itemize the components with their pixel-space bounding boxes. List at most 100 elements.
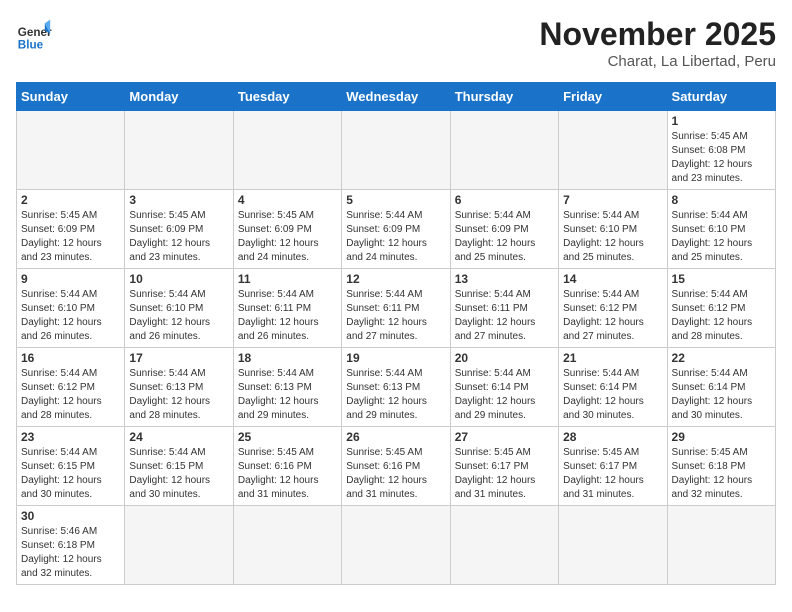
calendar-cell: 27Sunrise: 5:45 AM Sunset: 6:17 PM Dayli… [450,427,558,506]
day-number: 2 [21,193,120,207]
calendar-cell [342,111,450,190]
day-number: 17 [129,351,228,365]
calendar-cell: 10 Sunrise: 5:44 AM Sunset: 6:10 PM Dayli… [125,269,233,348]
calendar-cell: 7 Sunrise: 5:44 AM Sunset: 6:10 PM Daylig… [559,190,667,269]
calendar-cell: 19 Sunrise: 5:44 AM Sunset: 6:13 PM Dayli… [342,348,450,427]
day-number: 6 [455,193,554,207]
day-info: Sunrise: 5:45 AM Sunset: 6:16 PM Dayligh… [346,446,445,502]
day-number: 29 [672,430,771,444]
day-info: Sunrise: 5:44 AM Sunset: 6:15 PM Dayligh… [129,446,228,502]
logo-icon: General Blue [16,16,52,52]
day-number: 5 [346,193,445,207]
weekday-header-row: SundayMondayTuesdayWednesdayThursdayFrid… [17,83,776,111]
day-number: 4 [238,193,337,207]
day-info: Sunrise: 5:44 AM Sunset: 6:11 PM Dayligh… [238,288,337,344]
calendar-cell: 16 Sunrise: 5:44 AM Sunset: 6:12 PM Dayli… [17,348,125,427]
calendar-cell: 25 Sunrise: 5:45 AM Sunset: 6:16 PM Dayli… [233,427,341,506]
calendar-cell: 22Sunrise: 5:44 AM Sunset: 6:14 PM Dayli… [667,348,775,427]
calendar-cell: 28 Sunrise: 5:45 AM Sunset: 6:17 PM Dayli… [559,427,667,506]
day-info: Sunrise: 5:44 AM Sunset: 6:12 PM Dayligh… [21,367,120,423]
weekday-header-sunday: Sunday [17,83,125,111]
calendar-cell: 4Sunrise: 5:45 AM Sunset: 6:09 PM Daylig… [233,190,341,269]
day-info: Sunrise: 5:44 AM Sunset: 6:11 PM Dayligh… [346,288,445,344]
day-info: Sunrise: 5:45 AM Sunset: 6:09 PM Dayligh… [21,209,120,265]
calendar-cell [450,506,558,585]
day-number: 8 [672,193,771,207]
calendar-cell: 12 Sunrise: 5:44 AM Sunset: 6:11 PM Dayli… [342,269,450,348]
weekday-header-friday: Friday [559,83,667,111]
page-header: General Blue November 2025 Charat, La Li… [16,16,776,70]
calendar-cell: 23 Sunrise: 5:44 AM Sunset: 6:15 PM Dayli… [17,427,125,506]
day-number: 21 [563,351,662,365]
day-number: 19 [346,351,445,365]
calendar-cell [233,111,341,190]
calendar-cell: 29 Sunrise: 5:45 AM Sunset: 6:18 PM Dayli… [667,427,775,506]
day-info: Sunrise: 5:44 AM Sunset: 6:14 PM Dayligh… [563,367,662,423]
day-info: Sunrise: 5:45 AM Sunset: 6:18 PM Dayligh… [672,446,771,502]
weekday-header-saturday: Saturday [667,83,775,111]
day-info: Sunrise: 5:44 AM Sunset: 6:15 PM Dayligh… [21,446,120,502]
weekday-header-wednesday: Wednesday [342,83,450,111]
day-info: Sunrise: 5:46 AM Sunset: 6:18 PM Dayligh… [21,525,120,581]
day-info: Sunrise: 5:45 AM Sunset: 6:16 PM Dayligh… [238,446,337,502]
calendar-cell [233,506,341,585]
day-info: Sunrise: 5:44 AM Sunset: 6:13 PM Dayligh… [238,367,337,423]
day-info: Sunrise: 5:44 AM Sunset: 6:13 PM Dayligh… [346,367,445,423]
day-number: 26 [346,430,445,444]
day-info: Sunrise: 5:44 AM Sunset: 6:10 PM Dayligh… [672,209,771,265]
calendar-cell: 15Sunrise: 5:44 AM Sunset: 6:12 PM Dayli… [667,269,775,348]
calendar-cell: 5 Sunrise: 5:44 AM Sunset: 6:09 PM Daylig… [342,190,450,269]
calendar-week-row: 16 Sunrise: 5:44 AM Sunset: 6:12 PM Dayli… [17,348,776,427]
calendar-week-row: 1Sunrise: 5:45 AM Sunset: 6:08 PM Daylig… [17,111,776,190]
calendar-cell: 1Sunrise: 5:45 AM Sunset: 6:08 PM Daylig… [667,111,775,190]
calendar-table: SundayMondayTuesdayWednesdayThursdayFrid… [16,82,776,585]
calendar-cell [17,111,125,190]
day-info: Sunrise: 5:44 AM Sunset: 6:10 PM Dayligh… [129,288,228,344]
day-number: 25 [238,430,337,444]
day-number: 27 [455,430,554,444]
calendar-cell: 11Sunrise: 5:44 AM Sunset: 6:11 PM Dayli… [233,269,341,348]
location: Charat, La Libertad, Peru [539,53,776,70]
day-info: Sunrise: 5:44 AM Sunset: 6:14 PM Dayligh… [455,367,554,423]
weekday-header-thursday: Thursday [450,83,558,111]
calendar-cell [667,506,775,585]
calendar-cell: 30 Sunrise: 5:46 AM Sunset: 6:18 PM Dayli… [17,506,125,585]
calendar-cell: 17 Sunrise: 5:44 AM Sunset: 6:13 PM Dayli… [125,348,233,427]
logo: General Blue [16,16,52,52]
calendar-cell: 20 Sunrise: 5:44 AM Sunset: 6:14 PM Dayli… [450,348,558,427]
weekday-header-tuesday: Tuesday [233,83,341,111]
day-info: Sunrise: 5:44 AM Sunset: 6:12 PM Dayligh… [563,288,662,344]
calendar-cell: 21 Sunrise: 5:44 AM Sunset: 6:14 PM Dayli… [559,348,667,427]
day-info: Sunrise: 5:45 AM Sunset: 6:09 PM Dayligh… [129,209,228,265]
calendar-cell [125,111,233,190]
day-number: 7 [563,193,662,207]
calendar-cell: 8 Sunrise: 5:44 AM Sunset: 6:10 PM Daylig… [667,190,775,269]
day-number: 16 [21,351,120,365]
day-info: Sunrise: 5:44 AM Sunset: 6:09 PM Dayligh… [455,209,554,265]
calendar-cell [559,111,667,190]
day-number: 28 [563,430,662,444]
day-info: Sunrise: 5:44 AM Sunset: 6:10 PM Dayligh… [563,209,662,265]
day-number: 13 [455,272,554,286]
day-info: Sunrise: 5:44 AM Sunset: 6:09 PM Dayligh… [346,209,445,265]
svg-text:Blue: Blue [18,38,44,51]
day-number: 24 [129,430,228,444]
day-number: 10 [129,272,228,286]
weekday-header-monday: Monday [125,83,233,111]
day-info: Sunrise: 5:44 AM Sunset: 6:11 PM Dayligh… [455,288,554,344]
day-number: 20 [455,351,554,365]
day-number: 22 [672,351,771,365]
calendar-cell: 13 Sunrise: 5:44 AM Sunset: 6:11 PM Dayli… [450,269,558,348]
day-number: 30 [21,509,120,523]
calendar-cell: 3Sunrise: 5:45 AM Sunset: 6:09 PM Daylig… [125,190,233,269]
day-info: Sunrise: 5:45 AM Sunset: 6:17 PM Dayligh… [563,446,662,502]
day-info: Sunrise: 5:44 AM Sunset: 6:12 PM Dayligh… [672,288,771,344]
calendar-cell: 18Sunrise: 5:44 AM Sunset: 6:13 PM Dayli… [233,348,341,427]
day-info: Sunrise: 5:44 AM Sunset: 6:13 PM Dayligh… [129,367,228,423]
day-number: 1 [672,114,771,128]
calendar-week-row: 9Sunrise: 5:44 AM Sunset: 6:10 PM Daylig… [17,269,776,348]
day-number: 23 [21,430,120,444]
day-number: 12 [346,272,445,286]
calendar-cell: 6 Sunrise: 5:44 AM Sunset: 6:09 PM Daylig… [450,190,558,269]
title-block: November 2025 Charat, La Libertad, Peru [539,16,776,70]
